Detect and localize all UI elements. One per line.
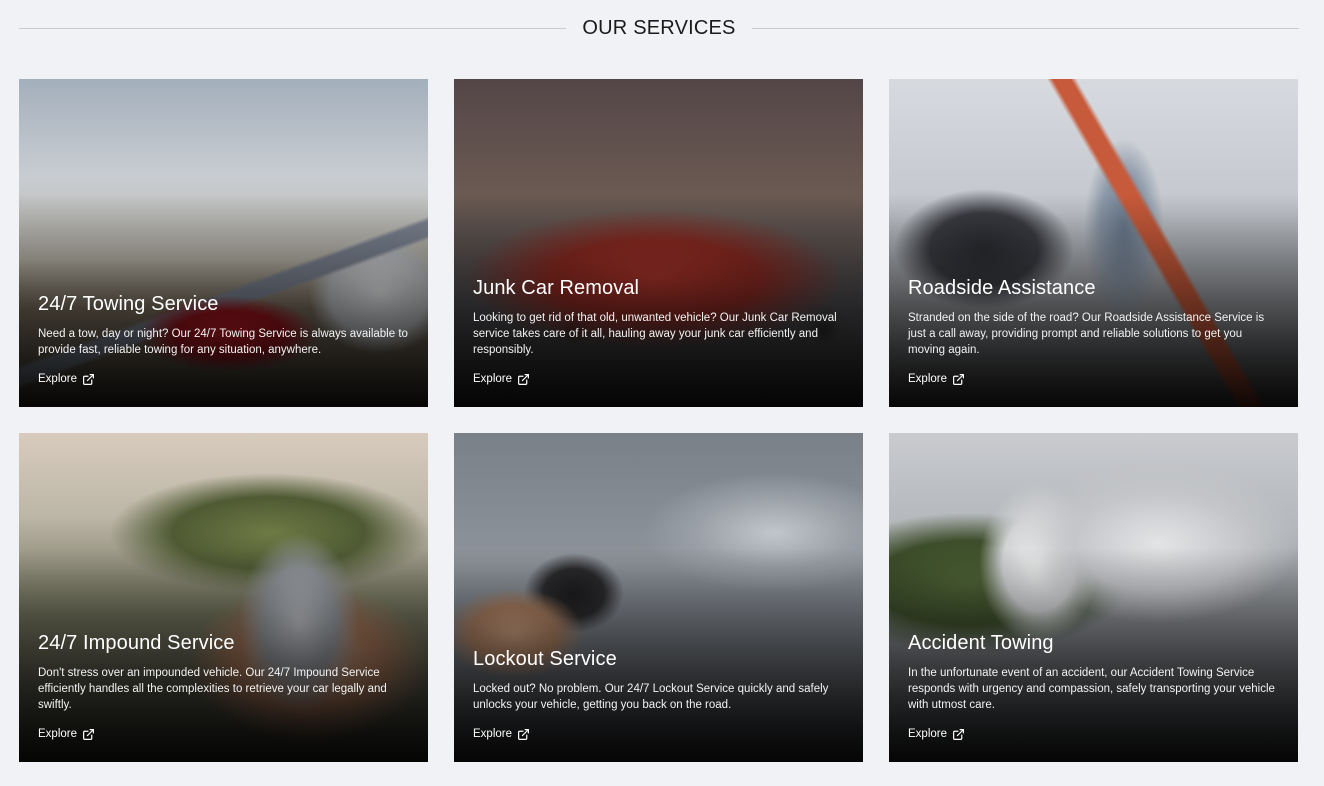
- external-link-icon: [953, 373, 964, 385]
- explore-label: Explore: [473, 373, 512, 385]
- card-title: Accident Towing: [908, 632, 1054, 654]
- explore-link[interactable]: Explore: [473, 728, 530, 741]
- explore-link[interactable]: Explore: [38, 373, 95, 386]
- services-grid: 24/7 Towing Service Need a tow, day or n…: [19, 79, 1298, 762]
- card-content: Junk Car Removal Looking to get rid of t…: [473, 276, 844, 387]
- explore-label: Explore: [908, 728, 947, 740]
- external-link-icon: [83, 728, 94, 740]
- card-description: In the unfortunate event of an accident,…: [908, 667, 1275, 711]
- service-card-roadside[interactable]: Roadside Assistance Stranded on the side…: [889, 79, 1298, 407]
- explore-label: Explore: [908, 373, 947, 385]
- card-description: Locked out? No problem. Our 24/7 Lockout…: [473, 683, 829, 711]
- service-card-towing[interactable]: 24/7 Towing Service Need a tow, day or n…: [19, 79, 428, 407]
- card-title: Roadside Assistance: [908, 277, 1096, 299]
- external-link-icon: [518, 728, 529, 740]
- service-card-accident[interactable]: Accident Towing In the unfortunate event…: [889, 433, 1298, 762]
- external-link-icon: [518, 373, 529, 385]
- card-description: Looking to get rid of that old, unwanted…: [473, 312, 837, 356]
- service-card-impound[interactable]: 24/7 Impound Service Don't stress over a…: [19, 433, 428, 762]
- card-description: Stranded on the side of the road? Our Ro…: [908, 312, 1265, 356]
- explore-link[interactable]: Explore: [908, 373, 965, 386]
- card-description: Need a tow, day or night? Our 24/7 Towin…: [38, 328, 408, 356]
- card-title: 24/7 Impound Service: [38, 632, 235, 654]
- card-content: Accident Towing In the unfortunate event…: [908, 631, 1279, 742]
- external-link-icon: [953, 728, 964, 740]
- card-title: Junk Car Removal: [473, 277, 640, 299]
- service-card-junk-car[interactable]: Junk Car Removal Looking to get rid of t…: [454, 79, 863, 407]
- explore-link[interactable]: Explore: [38, 728, 95, 741]
- card-content: Lockout Service Locked out? No problem. …: [473, 647, 844, 742]
- section-title: OUR SERVICES: [582, 17, 736, 39]
- external-link-icon: [83, 373, 94, 385]
- explore-label: Explore: [38, 373, 77, 385]
- card-title: 24/7 Towing Service: [38, 293, 219, 315]
- card-content: Roadside Assistance Stranded on the side…: [908, 276, 1279, 387]
- explore-label: Explore: [38, 728, 77, 740]
- service-card-lockout[interactable]: Lockout Service Locked out? No problem. …: [454, 433, 863, 762]
- explore-link[interactable]: Explore: [908, 728, 965, 741]
- section-header: OUR SERVICES: [19, 0, 1299, 56]
- explore-label: Explore: [473, 728, 512, 740]
- card-title: Lockout Service: [473, 648, 617, 670]
- card-description: Don't stress over an impounded vehicle. …: [38, 667, 387, 711]
- card-content: 24/7 Impound Service Don't stress over a…: [38, 631, 409, 742]
- explore-link[interactable]: Explore: [473, 373, 530, 386]
- card-content: 24/7 Towing Service Need a tow, day or n…: [38, 292, 409, 387]
